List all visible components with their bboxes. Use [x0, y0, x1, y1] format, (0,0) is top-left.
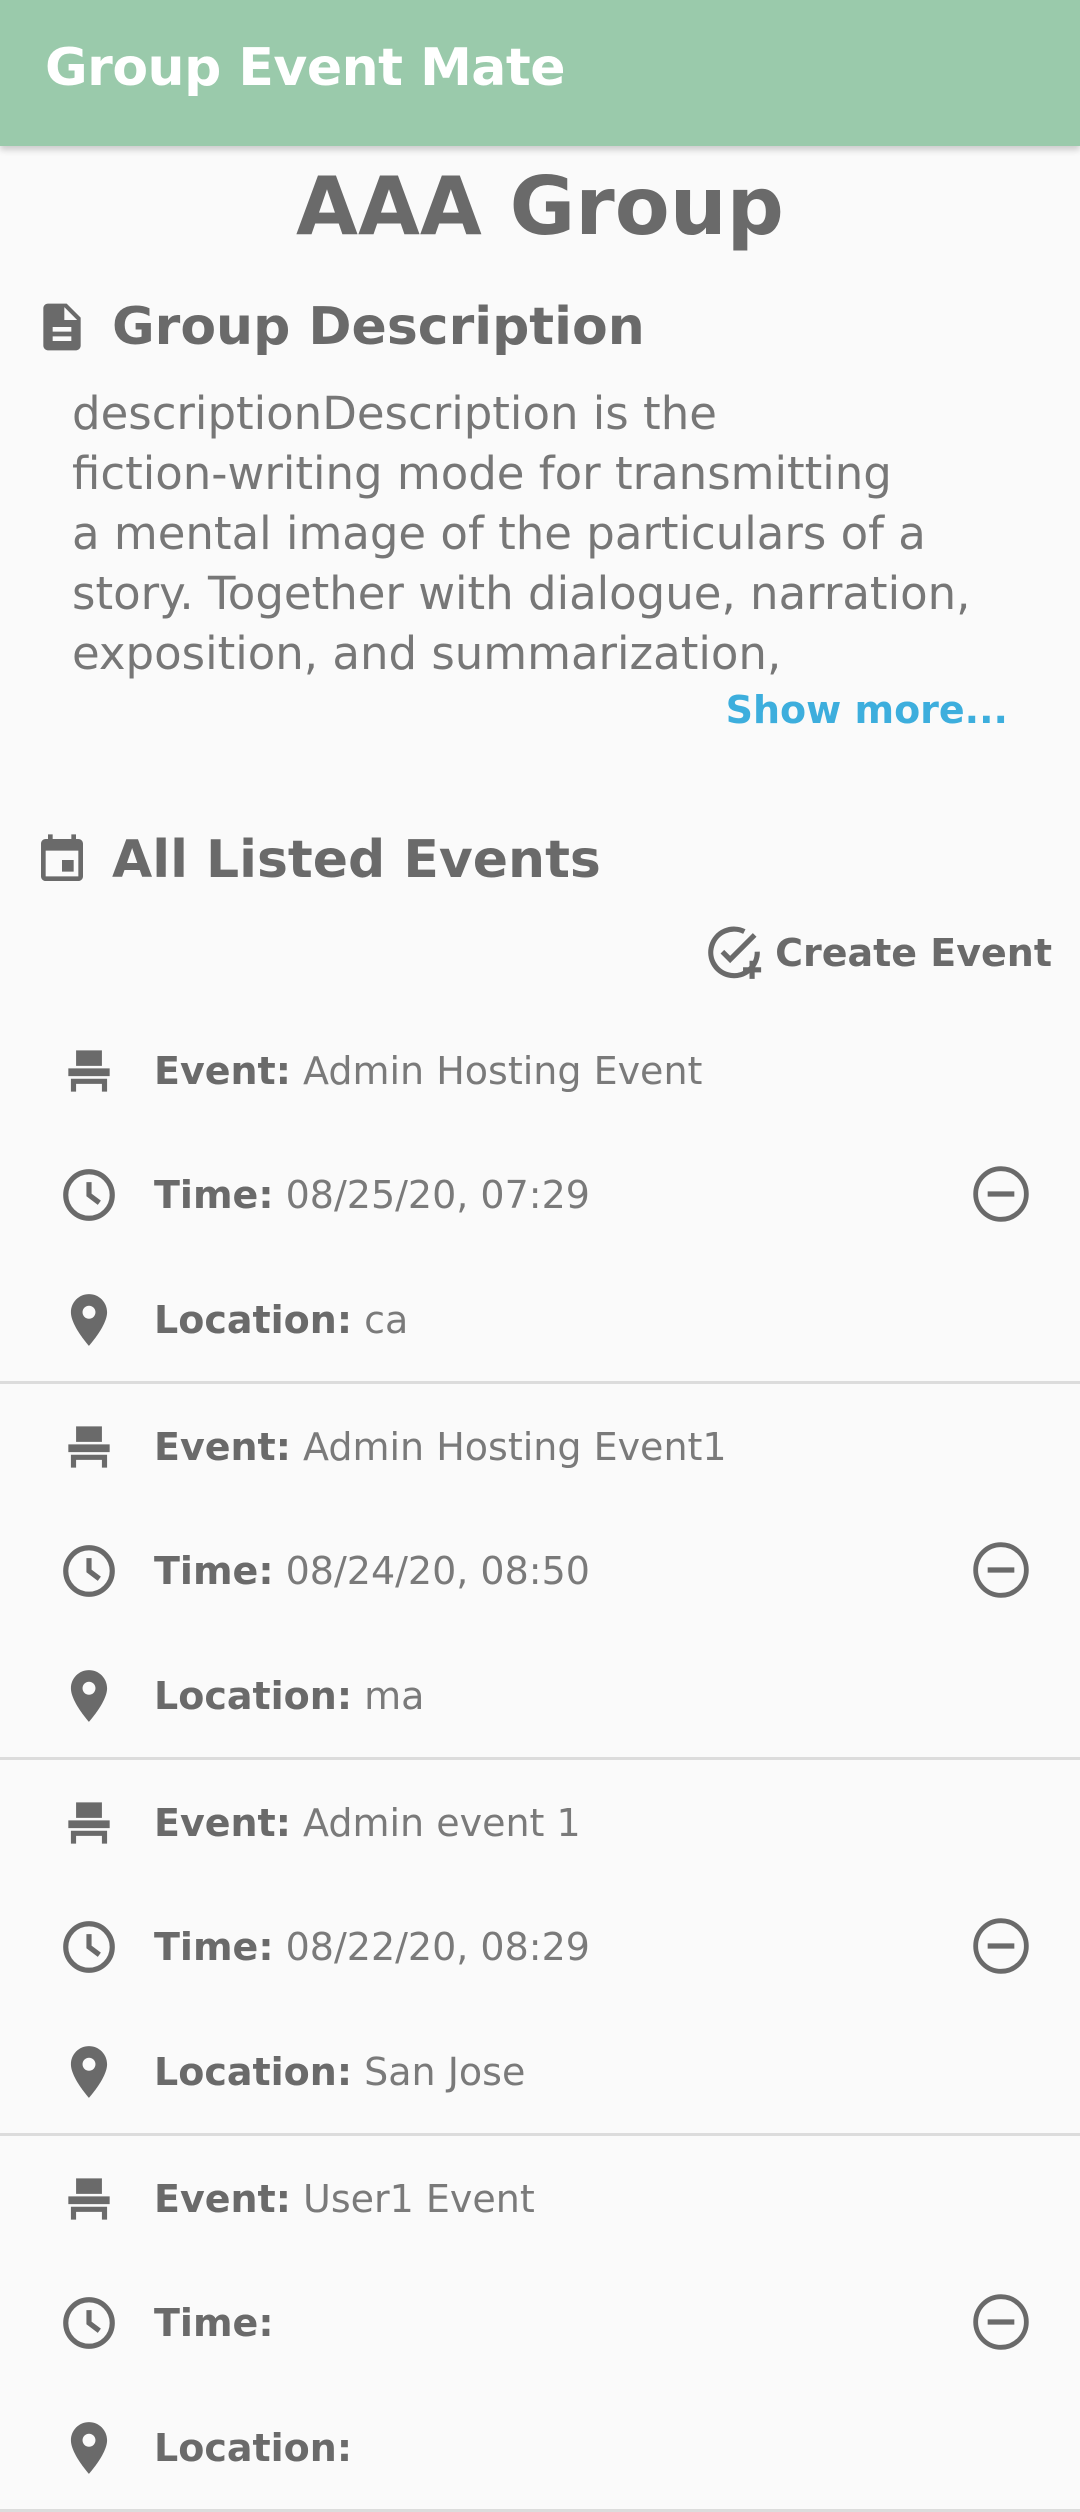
- event-name-row: Event: User1 Event: [58, 2164, 535, 2234]
- create-event-button[interactable]: Create Event: [703, 918, 1052, 988]
- time-label: Time:: [154, 1925, 274, 1969]
- add-task-icon: [708, 926, 762, 979]
- location-label: Location:: [154, 2426, 353, 2470]
- event-location-text: Location: ca: [154, 1298, 408, 1342]
- remove-circle-icon: [973, 1542, 1029, 1598]
- event-card[interactable]: Event: Admin Hosting Event Time: 08/25/2…: [0, 1008, 1080, 1384]
- event-name-row: Event: Admin Hosting Event1: [58, 1412, 727, 1482]
- group-name: AAA Group: [296, 160, 784, 253]
- events-header: All Listed Events: [34, 825, 601, 895]
- event-location-row: Location:: [58, 2413, 352, 2483]
- location-label: Location:: [154, 1298, 353, 1342]
- event-card[interactable]: Event: Admin Hosting Event1 Time: 08/24/…: [0, 1384, 1080, 1760]
- event-list: Event: Admin Hosting Event Time: 08/25/2…: [0, 1008, 1080, 2512]
- time-label: Time:: [154, 2301, 274, 2345]
- event-location-row: Location: San Jose: [58, 2037, 525, 2107]
- seat-icon: [68, 1050, 110, 1092]
- create-event-label: Create Event: [775, 931, 1052, 975]
- remove-event-button[interactable]: [966, 1535, 1036, 1605]
- app-title: Group Event Mate: [45, 38, 566, 98]
- event-name-value: Admin event 1: [303, 1801, 581, 1845]
- events-header-label: All Listed Events: [112, 830, 601, 890]
- event-name-value: Admin Hosting Event: [303, 1049, 703, 1093]
- time-label: Time:: [154, 1173, 274, 1217]
- event-name-text: Event: User1 Event: [154, 2177, 535, 2221]
- description-line: story. Together with dialogue, narration…: [72, 567, 971, 620]
- remove-event-button[interactable]: [966, 1911, 1036, 1981]
- app-bar: Group Event Mate: [0, 0, 1080, 146]
- event-time-row: Time: 08/22/20, 08:29: [58, 1912, 590, 1982]
- event-label: Event:: [154, 1425, 291, 1469]
- event-time-value: 08/22/20, 08:29: [285, 1925, 590, 1969]
- clock-icon: [63, 1921, 115, 1973]
- event-location-value: ma: [364, 1674, 425, 1718]
- clock-icon: [63, 1545, 115, 1597]
- event-name-row: Event: Admin Hosting Event: [58, 1036, 702, 1106]
- event-location-row: Location: ma: [58, 1661, 424, 1731]
- event-time-text: Time:: [154, 2301, 274, 2345]
- remove-circle-icon: [973, 1166, 1029, 1222]
- calendar-icon: [41, 834, 83, 881]
- event-time-row: Time: 08/25/20, 07:29: [58, 1160, 590, 1230]
- seat-icon: [68, 1802, 110, 1844]
- description-line: exposition, and summarization,: [72, 627, 782, 680]
- event-name-text: Event: Admin Hosting Event1: [154, 1425, 727, 1469]
- seat-icon: [68, 1426, 110, 1468]
- event-location-row: Location: ca: [58, 1285, 408, 1355]
- location-pin-icon: [70, 2046, 108, 2098]
- event-name-text: Event: Admin Hosting Event: [154, 1049, 702, 1093]
- description-line: descriptionDescription is the: [72, 387, 717, 440]
- location-pin-icon: [70, 1294, 108, 1346]
- description-line: a mental image of the particulars of a: [72, 507, 926, 560]
- description-header: Group Description: [34, 292, 645, 362]
- event-label: Event:: [154, 1049, 291, 1093]
- event-location-text: Location:: [154, 2426, 352, 2470]
- remove-event-button[interactable]: [966, 1159, 1036, 1229]
- clock-icon: [63, 1169, 115, 1221]
- location-label: Location:: [154, 2050, 353, 2094]
- description-line: fiction-writing mode for transmitting: [72, 447, 892, 500]
- event-time-text: Time: 08/24/20, 08:50: [154, 1549, 590, 1593]
- location-label: Location:: [154, 1674, 353, 1718]
- event-label: Event:: [154, 2177, 291, 2221]
- event-location-text: Location: San Jose: [154, 2050, 525, 2094]
- event-label: Event:: [154, 1801, 291, 1845]
- event-time-row: Time:: [58, 2288, 274, 2358]
- event-time-value: 08/24/20, 08:50: [285, 1549, 590, 1593]
- event-location-value: San Jose: [364, 2050, 526, 2094]
- group-description: descriptionDescription is the fiction-wr…: [72, 384, 1012, 684]
- event-time-text: Time: 08/25/20, 07:29: [154, 1173, 590, 1217]
- event-name-value: User1 Event: [303, 2177, 535, 2221]
- location-pin-icon: [70, 2422, 108, 2474]
- clock-icon: [63, 2297, 115, 2349]
- time-label: Time:: [154, 1549, 274, 1593]
- event-card[interactable]: Event: Admin event 1 Time: 08/22/20, 08:…: [0, 1760, 1080, 2136]
- event-location-value: ca: [364, 1298, 409, 1342]
- location-pin-icon: [70, 1670, 108, 1722]
- event-name-text: Event: Admin event 1: [154, 1801, 581, 1845]
- event-time-row: Time: 08/24/20, 08:50: [58, 1536, 590, 1606]
- document-icon: [43, 303, 81, 351]
- event-card[interactable]: Event: User1 Event Time: Location:: [0, 2136, 1080, 2512]
- remove-circle-icon: [973, 2294, 1029, 2350]
- event-time-value: 08/25/20, 07:29: [285, 1173, 590, 1217]
- show-more-link[interactable]: Show more...: [726, 688, 1008, 732]
- event-name-value: Admin Hosting Event1: [303, 1425, 727, 1469]
- remove-circle-icon: [973, 1918, 1029, 1974]
- description-header-label: Group Description: [112, 297, 645, 357]
- seat-icon: [68, 2178, 110, 2220]
- remove-event-button[interactable]: [966, 2287, 1036, 2357]
- event-time-text: Time: 08/22/20, 08:29: [154, 1925, 590, 1969]
- event-location-text: Location: ma: [154, 1674, 424, 1718]
- event-name-row: Event: Admin event 1: [58, 1788, 581, 1858]
